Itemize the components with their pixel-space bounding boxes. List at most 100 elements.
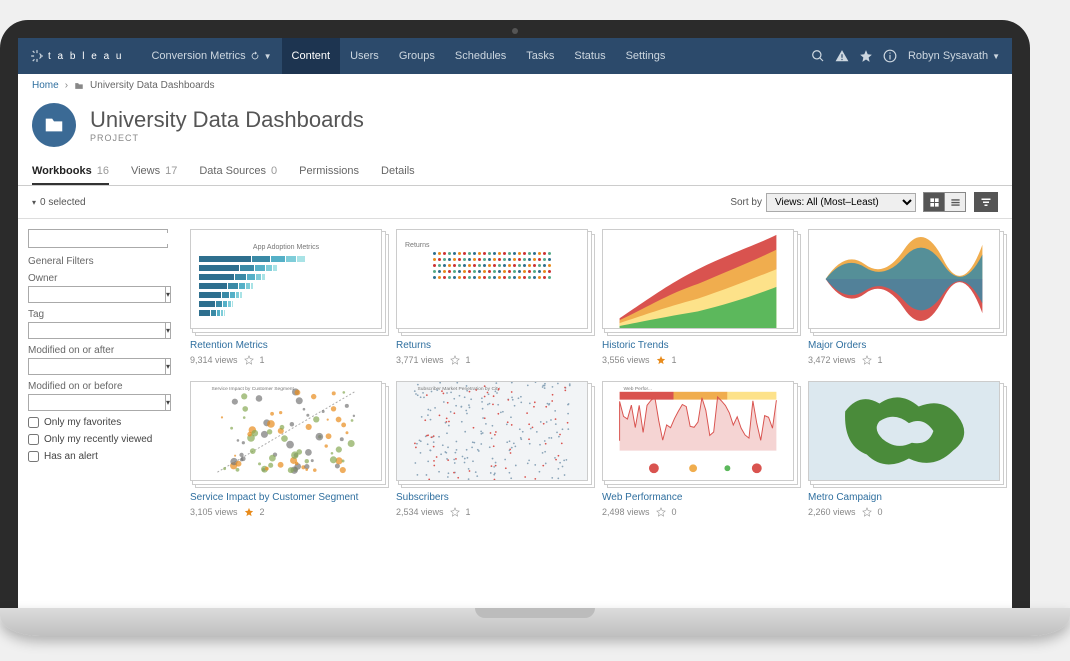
star-icon[interactable] bbox=[656, 507, 666, 517]
star-icon[interactable] bbox=[244, 355, 254, 365]
filters-title: General Filters bbox=[28, 256, 168, 267]
nav-users[interactable]: Users bbox=[340, 38, 389, 74]
owner-label: Owner bbox=[28, 273, 168, 284]
favorite-count: 1 bbox=[260, 355, 265, 365]
favorite-count: 0 bbox=[672, 507, 677, 517]
top-nav: t a b l e a u Conversion Metrics ▼ Conte… bbox=[18, 38, 1012, 74]
workbook-thumbnail[interactable]: Web Perfor... bbox=[602, 381, 794, 481]
workbook-title[interactable]: Service Impact by Customer Segment bbox=[190, 491, 382, 504]
view-list-button[interactable] bbox=[944, 192, 966, 212]
favorite-icon[interactable] bbox=[859, 49, 873, 63]
site-picker[interactable]: Conversion Metrics ▼ bbox=[141, 38, 281, 74]
toolbar: ▾ 0 selected Sort by Views: All (Most–Le… bbox=[18, 186, 1012, 219]
favorite-count: 0 bbox=[878, 507, 883, 517]
breadcrumb-current: University Data Dashboards bbox=[90, 80, 215, 91]
workbook-thumbnail[interactable]: Service Impact by Customer Segment bbox=[190, 381, 382, 481]
tab-views[interactable]: Views17 bbox=[131, 159, 177, 185]
brand-logo: t a b l e a u bbox=[30, 49, 123, 63]
info-icon[interactable] bbox=[883, 49, 897, 63]
star-icon[interactable] bbox=[244, 507, 254, 517]
workbook-views: 9,314 views bbox=[190, 355, 238, 365]
workbook-title[interactable]: Metro Campaign bbox=[808, 491, 1000, 504]
workbook-thumbnail[interactable] bbox=[808, 381, 1000, 481]
filter-panel-button[interactable] bbox=[974, 192, 998, 212]
sort-select[interactable]: Views: All (Most–Least) bbox=[766, 193, 916, 212]
tag-dropdown[interactable]: ▾ bbox=[166, 322, 171, 339]
workbook-title[interactable]: Retention Metrics bbox=[190, 339, 382, 352]
workbook-card[interactable]: Service Impact by Customer Segment Servic… bbox=[190, 381, 382, 517]
workbook-thumbnail[interactable]: App Adoption Metrics bbox=[190, 229, 382, 329]
refresh-icon bbox=[250, 51, 260, 61]
tab-workbooks[interactable]: Workbooks16 bbox=[32, 159, 109, 185]
star-icon[interactable] bbox=[862, 507, 872, 517]
filter-search-input[interactable] bbox=[37, 233, 169, 244]
search-icon[interactable] bbox=[811, 49, 825, 63]
workbook-card[interactable]: Subscriber Market Penetration by City Sub… bbox=[396, 381, 588, 517]
nav-tasks[interactable]: Tasks bbox=[516, 38, 564, 74]
favorite-count: 1 bbox=[878, 355, 883, 365]
nav-groups[interactable]: Groups bbox=[389, 38, 445, 74]
workbook-title[interactable]: Major Orders bbox=[808, 339, 1000, 352]
view-grid-button[interactable] bbox=[923, 192, 945, 212]
workbook-card[interactable]: Metro Campaign 2,260 views 0 bbox=[808, 381, 1000, 517]
star-icon[interactable] bbox=[862, 355, 872, 365]
workbook-card[interactable]: Historic Trends3,556 views1 bbox=[602, 229, 794, 365]
workbook-title[interactable]: Web Performance bbox=[602, 491, 794, 504]
only-recent-checkbox[interactable] bbox=[28, 434, 39, 445]
owner-dropdown[interactable]: ▾ bbox=[166, 286, 171, 303]
filter-search[interactable] bbox=[28, 229, 168, 248]
workbook-thumbnail[interactable]: Returns bbox=[396, 229, 588, 329]
tab-details[interactable]: Details bbox=[381, 159, 415, 185]
workbook-thumbnail[interactable] bbox=[808, 229, 1000, 329]
modified-after-field[interactable] bbox=[28, 358, 166, 375]
workbook-thumbnail[interactable] bbox=[602, 229, 794, 329]
alert-icon[interactable] bbox=[835, 49, 849, 63]
workbook-thumbnail[interactable]: Subscriber Market Penetration by City bbox=[396, 381, 588, 481]
workbook-title[interactable]: Returns bbox=[396, 339, 588, 352]
page-title: University Data Dashboards bbox=[90, 107, 364, 133]
star-icon[interactable] bbox=[450, 507, 460, 517]
sort-label: Sort by bbox=[730, 197, 762, 208]
workbook-views: 2,260 views bbox=[808, 507, 856, 517]
owner-field[interactable] bbox=[28, 286, 166, 303]
workbook-card[interactable]: Web Perfor... Web Performance 2,498 views 0 bbox=[602, 381, 794, 517]
folder-icon bbox=[74, 81, 84, 91]
project-icon bbox=[32, 103, 76, 147]
modified-before-field[interactable] bbox=[28, 394, 166, 411]
workbook-title[interactable]: Subscribers bbox=[396, 491, 588, 504]
has-alert-label: Has an alert bbox=[44, 451, 98, 462]
workbook-views: 3,472 views bbox=[808, 355, 856, 365]
workbook-card[interactable]: ReturnsReturns3,771 views1 bbox=[396, 229, 588, 365]
workbook-views: 2,498 views bbox=[602, 507, 650, 517]
workbook-grid: App Adoption Metrics Retention Metrics 9,3… bbox=[178, 219, 1012, 527]
workbook-title[interactable]: Historic Trends bbox=[602, 339, 794, 352]
workbook-views: 3,105 views bbox=[190, 507, 238, 517]
only-favorites-label: Only my favorites bbox=[44, 417, 121, 428]
nav-content[interactable]: Content bbox=[282, 38, 341, 74]
filters-sidebar: General Filters Owner ▾ Tag ▾ Modified o… bbox=[18, 219, 178, 527]
has-alert-checkbox[interactable] bbox=[28, 451, 39, 462]
only-favorites-checkbox[interactable] bbox=[28, 417, 39, 428]
nav-status[interactable]: Status bbox=[564, 38, 615, 74]
tab-permissions[interactable]: Permissions bbox=[299, 159, 359, 185]
tag-label: Tag bbox=[28, 309, 168, 320]
user-menu[interactable]: Robyn Sysavath ▼ bbox=[908, 50, 1000, 62]
modified-after-picker[interactable]: ▾ bbox=[166, 358, 171, 375]
workbook-views: 2,534 views bbox=[396, 507, 444, 517]
select-dropdown[interactable]: ▾ bbox=[32, 198, 36, 207]
page-header: University Data Dashboards PROJECT bbox=[18, 97, 1012, 159]
breadcrumb-home[interactable]: Home bbox=[32, 80, 59, 91]
svg-text:Service Impact by Customer Seg: Service Impact by Customer Segment bbox=[212, 386, 295, 392]
star-icon[interactable] bbox=[656, 355, 666, 365]
tab-data-sources[interactable]: Data Sources0 bbox=[199, 159, 277, 185]
workbook-card[interactable]: App Adoption Metrics Retention Metrics 9,3… bbox=[190, 229, 382, 365]
selection-count: 0 selected bbox=[40, 197, 86, 208]
star-icon[interactable] bbox=[450, 355, 460, 365]
tag-field[interactable] bbox=[28, 322, 166, 339]
nav-settings[interactable]: Settings bbox=[616, 38, 676, 74]
nav-schedules[interactable]: Schedules bbox=[445, 38, 516, 74]
tableau-icon bbox=[30, 49, 44, 63]
modified-before-picker[interactable]: ▾ bbox=[166, 394, 171, 411]
only-recent-label: Only my recently viewed bbox=[44, 434, 152, 445]
workbook-card[interactable]: Major Orders 3,472 views 1 bbox=[808, 229, 1000, 365]
